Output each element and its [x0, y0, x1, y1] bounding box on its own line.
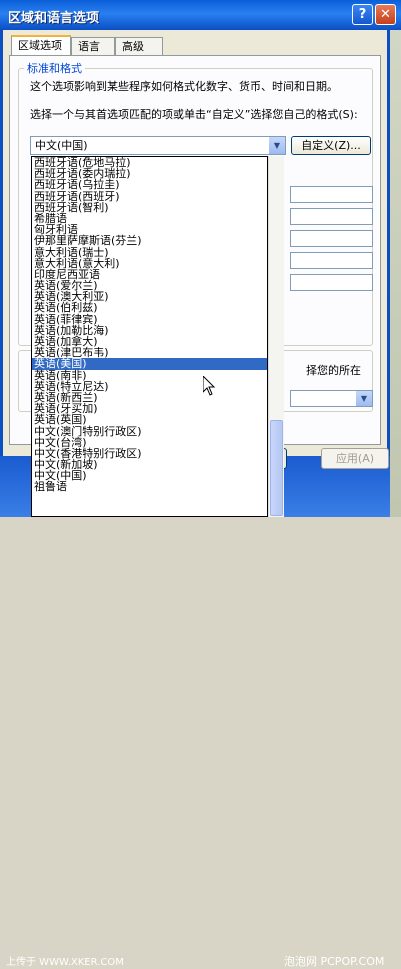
scrollbar-thumb[interactable] — [270, 420, 283, 516]
dropdown-list-item[interactable]: 西班牙语(智利) — [32, 202, 267, 213]
sample-short-date-field — [290, 252, 373, 269]
standards-description: 这个选项影响到某些程序如何格式化数字、货币、时间和日期。 — [30, 80, 338, 93]
location-description: 择您的所在 — [306, 364, 361, 377]
dropdown-list-item[interactable]: 英语(英国) — [32, 414, 267, 425]
sample-number-field — [290, 186, 373, 203]
format-select-label: 选择一个与其首选项匹配的项或单击“自定义”选择您自己的格式(S): — [30, 108, 358, 121]
window-title: 区域和语言选项 — [8, 11, 100, 26]
chevron-down-icon[interactable]: ▼ — [356, 391, 372, 406]
tab-advanced[interactable]: 高级 — [115, 37, 163, 55]
dropdown-list-item[interactable]: 中文(澳门特别行政区) — [32, 425, 267, 437]
location-select[interactable]: ▼ — [290, 390, 373, 407]
watermark-left: 上传于 WWW.XKER.COM — [6, 957, 124, 968]
desktop-background — [390, 30, 401, 517]
apply-button[interactable]: 应用(A) — [321, 448, 389, 469]
dropdown-list-item[interactable]: 中文(中国) — [32, 470, 267, 481]
dropdown-list-item[interactable]: 西班牙语(乌拉圭) — [32, 179, 267, 190]
dropdown-list-item[interactable]: 英语(美国) — [32, 358, 267, 370]
dropdown-list-item[interactable]: 意大利语(瑞士) — [32, 246, 267, 258]
title-bar: 区域和语言选项 ? ✕ — [0, 0, 401, 30]
mouse-cursor-icon — [203, 376, 215, 396]
tab-languages[interactable]: 语言 — [71, 37, 115, 55]
dropdown-scrollbar[interactable] — [268, 156, 284, 517]
standards-group-title: 标准和格式 — [24, 60, 85, 76]
sample-long-date-field — [290, 274, 373, 291]
dropdown-list-item[interactable]: 伊那里萨摩斯语(芬兰) — [32, 235, 267, 246]
sample-time-field — [290, 230, 373, 247]
chevron-down-icon[interactable]: ▼ — [269, 137, 285, 154]
help-button[interactable]: ? — [352, 4, 373, 25]
customize-button[interactable]: 自定义(Z)... — [291, 136, 371, 155]
locale-select[interactable]: 中文(中国) ▼ — [30, 136, 286, 155]
watermark-right: 泡泡网 PCPOP.COM — [284, 955, 385, 968]
close-button[interactable]: ✕ — [375, 4, 396, 25]
dropdown-list-item[interactable]: 英语(伯利兹) — [32, 302, 267, 313]
locale-select-value: 中文(中国) — [35, 139, 88, 152]
dropdown-list-item[interactable]: 祖鲁语 — [32, 481, 267, 492]
sample-currency-field — [290, 208, 373, 225]
tab-regional-options[interactable]: 区域选项 — [11, 35, 71, 56]
locale-dropdown-list[interactable]: 西班牙语(危地马拉) 西班牙语(委内瑞拉) 西班牙语(乌拉圭) 西班牙语(西班牙) 西班… — [31, 156, 268, 517]
